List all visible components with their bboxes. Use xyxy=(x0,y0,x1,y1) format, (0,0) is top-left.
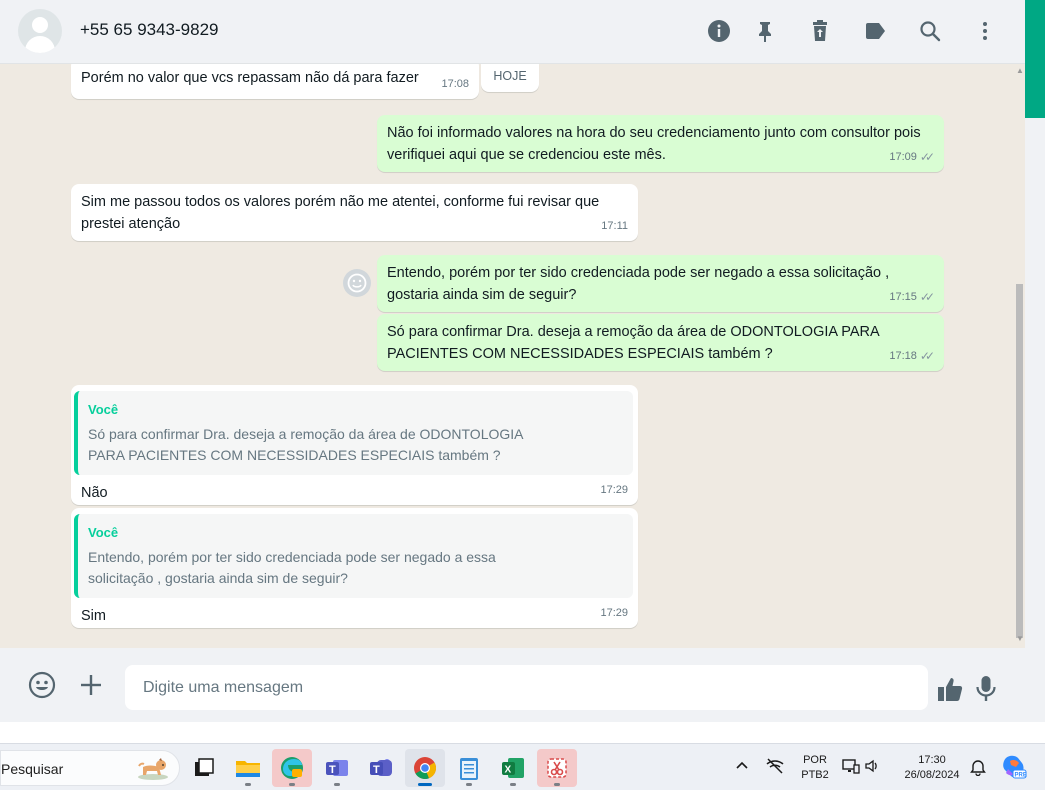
svg-text:T: T xyxy=(373,764,380,776)
menu-icon[interactable] xyxy=(972,18,998,44)
scroll-down-arrow[interactable]: ▼ xyxy=(1016,634,1024,643)
scroll-thumb[interactable] xyxy=(1016,284,1023,638)
message-time: 17:08 xyxy=(441,77,469,90)
message-in[interactable]: Porém no valor que vcs repassam não dá p… xyxy=(71,64,479,99)
message-time: 17:29 xyxy=(600,483,628,496)
language-line-1: POR xyxy=(803,754,827,766)
clock-time: 17:30 xyxy=(918,754,946,766)
thumbs-up-icon[interactable] xyxy=(935,674,965,704)
react-emoji-icon[interactable] xyxy=(343,269,371,297)
message-time: 17:18 xyxy=(889,349,917,362)
message-time: 17:29 xyxy=(600,606,628,619)
message-out[interactable]: Não foi informado valores na hora do seu… xyxy=(377,115,944,172)
file-explorer-button[interactable] xyxy=(228,749,268,787)
svg-text:X: X xyxy=(505,765,512,776)
attach-plus-icon[interactable] xyxy=(76,670,106,700)
message-in[interactable]: Sim me passou todos os valores porém não… xyxy=(71,184,638,241)
contact-name[interactable]: +55 65 9343-9829 xyxy=(80,20,219,40)
message-text: Não foi informado valores na hora do seu… xyxy=(387,125,921,163)
scroll-up-arrow[interactable]: ▲ xyxy=(1016,66,1024,75)
message-text: Não xyxy=(81,484,108,501)
pin-icon[interactable] xyxy=(752,18,778,44)
label-icon[interactable] xyxy=(862,18,888,44)
quoted-message[interactable]: Você Só para confirmar Dra. deseja a rem… xyxy=(74,391,633,475)
delete-icon[interactable] xyxy=(807,18,833,44)
message-text: Entendo, porém por ter sido credenciada … xyxy=(387,265,890,303)
clock[interactable]: 17:30 26/08/2024 xyxy=(896,753,968,783)
quoted-message[interactable]: Você Entendo, porém por ter sido credenc… xyxy=(74,514,633,598)
desktop-gap xyxy=(0,722,1045,743)
edge-dev-button[interactable] xyxy=(272,749,312,787)
excel-button[interactable]: X xyxy=(493,749,533,787)
quote-text: Entendo, porém por ter sido credenciada … xyxy=(88,548,496,587)
volume-icon[interactable] xyxy=(864,757,882,780)
notepad-button[interactable] xyxy=(449,749,489,787)
display-icon[interactable] xyxy=(842,757,860,780)
search-highlight-dog-icon xyxy=(138,758,168,780)
accent-strip xyxy=(1025,0,1045,118)
network-disconnected-icon[interactable] xyxy=(765,757,785,780)
task-view-button[interactable] xyxy=(184,749,224,787)
copilot-icon[interactable]: PRE xyxy=(1000,753,1028,786)
read-ticks-icon: ✓✓ xyxy=(919,348,935,363)
snipping-tool-button[interactable] xyxy=(537,749,577,787)
taskbar-search[interactable]: Pesquisar xyxy=(0,750,180,786)
quote-text: Só para confirmar Dra. deseja a remoção … xyxy=(88,425,523,464)
chrome-button[interactable] xyxy=(405,749,445,787)
info-icon[interactable] xyxy=(706,18,732,44)
message-input[interactable] xyxy=(125,665,928,710)
notification-bell-icon[interactable] xyxy=(970,758,986,781)
input-language[interactable]: POR PTB2 xyxy=(800,753,830,783)
message-text: Porém no valor que vcs repassam não dá p… xyxy=(81,70,419,86)
message-text: Só para confirmar Dra. deseja a remoção … xyxy=(387,324,879,362)
message-text: Sim me passou todos os valores porém não… xyxy=(81,194,600,232)
message-list[interactable]: Porém no valor que vcs repassam não dá p… xyxy=(0,64,1025,648)
search-icon[interactable] xyxy=(917,18,943,44)
quote-author: Você xyxy=(88,525,119,540)
date-chip: HOJE xyxy=(481,64,539,92)
teams-button[interactable]: T xyxy=(361,749,401,787)
microphone-icon[interactable] xyxy=(971,674,1001,704)
teams-classic-button[interactable]: T xyxy=(317,749,357,787)
whatsapp-window: +55 65 9343-9829 Porém no valor que vcs … xyxy=(0,0,1025,722)
chat-header: +55 65 9343-9829 xyxy=(0,0,1025,64)
message-out[interactable]: Só para confirmar Dra. deseja a remoção … xyxy=(377,314,944,371)
clock-date: 26/08/2024 xyxy=(904,769,960,781)
message-time: 17:11 xyxy=(601,219,628,232)
language-line-2: PTB2 xyxy=(801,769,829,781)
read-ticks-icon: ✓✓ xyxy=(919,289,935,304)
quote-author: Você xyxy=(88,402,119,417)
message-in-reply[interactable]: Você Só para confirmar Dra. deseja a rem… xyxy=(71,385,638,505)
scrollbar[interactable]: ▲ ▼ xyxy=(1014,64,1025,648)
svg-text:PRE: PRE xyxy=(1015,773,1027,779)
message-time: 17:09 xyxy=(889,150,917,163)
message-time: 17:15 xyxy=(889,290,917,303)
read-ticks-icon: ✓✓ xyxy=(919,149,935,164)
emoji-icon[interactable] xyxy=(27,670,57,700)
tray-overflow-chevron-icon[interactable] xyxy=(734,757,750,776)
svg-text:T: T xyxy=(329,764,336,776)
taskbar: Pesquisar T T X POR PTB2 17:30 26/08/202… xyxy=(0,743,1045,790)
message-out[interactable]: Entendo, porém por ter sido credenciada … xyxy=(377,255,944,312)
window-edge xyxy=(1025,118,1045,722)
taskbar-search-label: Pesquisar xyxy=(1,761,64,777)
message-in-reply[interactable]: Você Entendo, porém por ter sido credenc… xyxy=(71,508,638,628)
message-text: Sim xyxy=(81,607,106,624)
composer xyxy=(0,648,1025,722)
avatar[interactable] xyxy=(18,9,62,53)
